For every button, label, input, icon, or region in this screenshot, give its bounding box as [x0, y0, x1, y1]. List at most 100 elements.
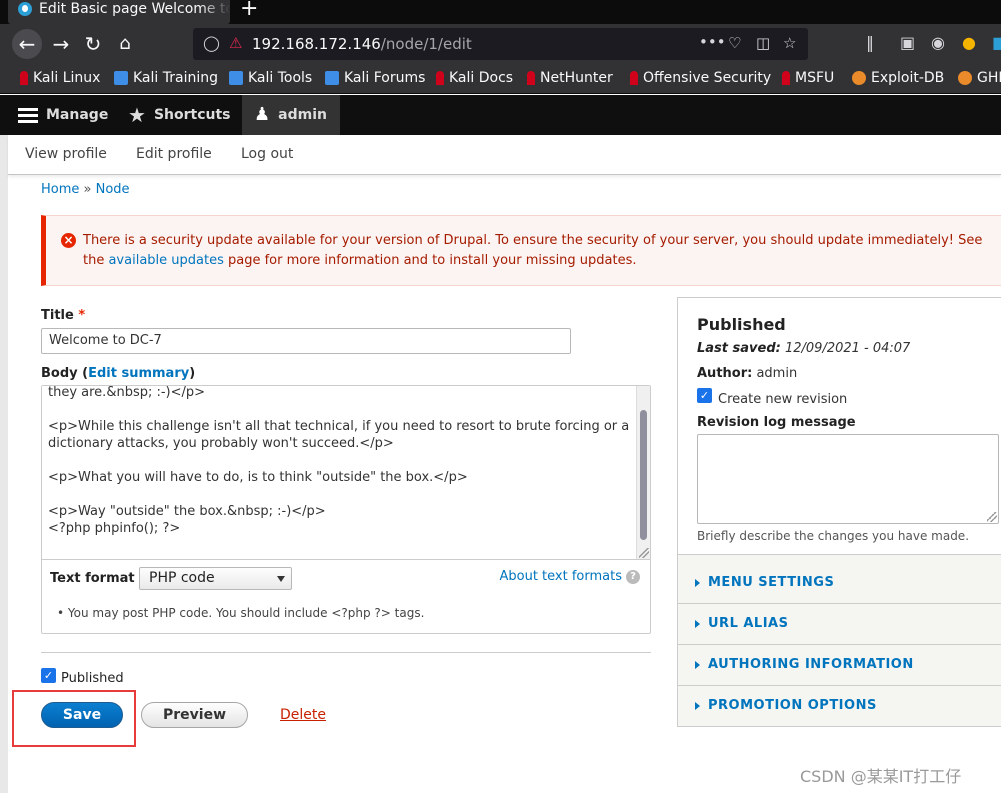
shield-icon[interactable]: ◯: [203, 34, 220, 52]
create-revision-label: Create new revision: [718, 392, 848, 407]
bookmark-kali-forums[interactable]: Kali Forums: [325, 70, 425, 86]
extension-icon[interactable]: ●: [962, 33, 976, 52]
body-label: Body (Edit summary): [41, 366, 196, 381]
alert-message: There is a security update available for…: [83, 233, 983, 268]
page-actions-icon[interactable]: •••: [699, 33, 726, 51]
extension-2-icon[interactable]: ■: [992, 33, 1001, 52]
bookmark-msfu[interactable]: MSFU: [782, 70, 834, 86]
breadcrumb-home[interactable]: Home: [41, 182, 79, 197]
breadcrumb-node[interactable]: Node: [96, 182, 130, 197]
published-label: Published: [61, 671, 124, 686]
title-input[interactable]: Welcome to DC-7: [41, 328, 571, 354]
about-text-formats[interactable]: About text formats?: [499, 569, 640, 584]
bookmark-kali-docs[interactable]: Kali Docs: [436, 70, 513, 86]
last-saved: Last saved: 12/09/2021 - 04:07: [697, 341, 911, 356]
caret-right-icon: [695, 661, 700, 669]
caret-right-icon: [695, 579, 700, 587]
help-icon: ?: [626, 569, 640, 584]
format-tip: • You may post PHP code. You should incl…: [57, 606, 425, 620]
author: Author: admin: [697, 366, 798, 381]
url-alias-section[interactable]: URL ALIAS: [678, 604, 1001, 645]
drupal-favicon-icon: [18, 2, 32, 16]
bookmark-offensive-security[interactable]: Offensive Security: [630, 70, 771, 86]
text-format-select[interactable]: PHP code: [139, 567, 292, 590]
back-arrow-icon[interactable]: ←: [12, 29, 42, 59]
scroll-thumb[interactable]: [640, 410, 647, 540]
bookmark-ghdb[interactable]: GHI: [958, 70, 1001, 86]
reload-icon[interactable]: ↻: [78, 29, 108, 59]
hamburger-icon: [18, 107, 38, 123]
authoring-information-section[interactable]: AUTHORING INFORMATION: [678, 645, 1001, 686]
delete-link[interactable]: Delete: [280, 707, 326, 723]
publish-panel: Published Last saved: 12/09/2021 - 04:07…: [678, 298, 1001, 555]
resize-grip-icon[interactable]: [987, 512, 997, 522]
new-tab-button[interactable]: +: [240, 0, 258, 21]
admin-user-menu[interactable]: ♟ admin: [242, 95, 340, 135]
offsec-icon: [630, 71, 638, 85]
star-icon: ★: [128, 103, 146, 127]
text-format-label: Text format: [50, 571, 135, 586]
view-profile-link[interactable]: View profile: [25, 146, 107, 162]
account-icon[interactable]: ◉: [931, 33, 945, 52]
revision-log-textarea[interactable]: [697, 434, 999, 524]
insecure-lock-icon[interactable]: ⚠: [229, 34, 242, 52]
error-icon: ×: [61, 233, 76, 248]
save-button[interactable]: Save: [41, 702, 123, 728]
translate-icon[interactable]: ◫: [756, 34, 770, 52]
kali-icon: [20, 71, 28, 85]
revlog-label: Revision log message: [697, 415, 856, 430]
bookmark-nethunter[interactable]: NetHunter: [527, 70, 613, 86]
kali-docs-icon: [436, 71, 444, 85]
body-textarea[interactable]: they are.&nbsp; :-)</p> <p>While this ch…: [42, 386, 650, 560]
bookmark-kali-tools[interactable]: Kali Tools: [229, 70, 312, 86]
shortcuts-menu[interactable]: ★ Shortcuts: [116, 95, 243, 135]
body-field: they are.&nbsp; :-)</p> <p>While this ch…: [41, 385, 651, 634]
left-edge-strip: [0, 135, 8, 793]
body-code[interactable]: they are.&nbsp; :-)</p> <p>While this ch…: [48, 386, 633, 537]
kali-icon: [229, 71, 243, 85]
create-revision-checkbox[interactable]: ✓: [697, 388, 712, 403]
browser-nav-bar: ← → ↻ ⌂ ◯ ⚠ 192.168.172.146/node/1/edit …: [0, 24, 1001, 64]
published-checkbox[interactable]: ✓: [41, 668, 56, 683]
forward-arrow-icon[interactable]: →: [46, 29, 76, 59]
exploit-db-icon: [852, 71, 866, 85]
sidebar-icon[interactable]: ▣: [900, 33, 915, 52]
log-out-link[interactable]: Log out: [241, 146, 293, 162]
pocket-icon[interactable]: ♡: [728, 34, 741, 52]
menu-settings-section[interactable]: MENU SETTINGS: [678, 563, 1001, 604]
bookmark-exploit-db[interactable]: Exploit-DB: [852, 70, 944, 86]
caret-right-icon: [695, 702, 700, 710]
user-tray: View profile Edit profile Log out: [8, 135, 1001, 175]
watermark: CSDN @某某IT打工仔: [800, 767, 962, 786]
bookmark-kali-linux[interactable]: Kali Linux: [20, 70, 100, 86]
admin-toolbar: Manage ★ Shortcuts ♟ admin: [0, 95, 1001, 135]
publish-status: Published: [697, 315, 786, 334]
meta-sidebar: Published Last saved: 12/09/2021 - 04:07…: [677, 297, 1001, 727]
promotion-options-section[interactable]: PROMOTION OPTIONS: [678, 686, 1001, 727]
bookmark-kali-training[interactable]: Kali Training: [114, 70, 218, 86]
kali-icon: [114, 71, 128, 85]
browser-tab-bar: Edit Basic page Welcome to DC-7 +: [0, 0, 1001, 24]
bookmarks-toolbar: Kali Linux Kali Training Kali Tools Kali…: [0, 64, 1001, 94]
address-bar[interactable]: ◯ ⚠ 192.168.172.146/node/1/edit ••• ♡ ◫ …: [193, 28, 808, 60]
user-icon: ♟: [254, 104, 271, 125]
url-text[interactable]: 192.168.172.146/node/1/edit: [252, 35, 472, 53]
revlog-hint: Briefly describe the changes you have ma…: [697, 529, 970, 543]
breadcrumb: Home » Node: [41, 182, 130, 197]
caret-right-icon: [695, 620, 700, 628]
edit-summary-link[interactable]: Edit summary: [88, 366, 189, 381]
available-updates-link[interactable]: available updates: [108, 253, 223, 268]
library-icon[interactable]: ‖: [866, 33, 874, 52]
preview-button[interactable]: Preview: [141, 702, 248, 728]
ghdb-icon: [958, 71, 972, 85]
kali-icon: [325, 71, 339, 85]
home-icon[interactable]: ⌂: [110, 29, 140, 59]
manage-menu[interactable]: Manage: [6, 95, 120, 135]
textarea-scrollbar[interactable]: [636, 386, 650, 559]
edit-profile-link[interactable]: Edit profile: [136, 146, 212, 162]
security-alert: × There is a security update available f…: [41, 215, 1001, 286]
resize-grip-icon[interactable]: [639, 548, 649, 558]
chevron-down-icon: [277, 576, 285, 582]
browser-tab[interactable]: Edit Basic page Welcome to DC-7: [8, 0, 230, 24]
bookmark-star-icon[interactable]: ☆: [783, 34, 796, 52]
